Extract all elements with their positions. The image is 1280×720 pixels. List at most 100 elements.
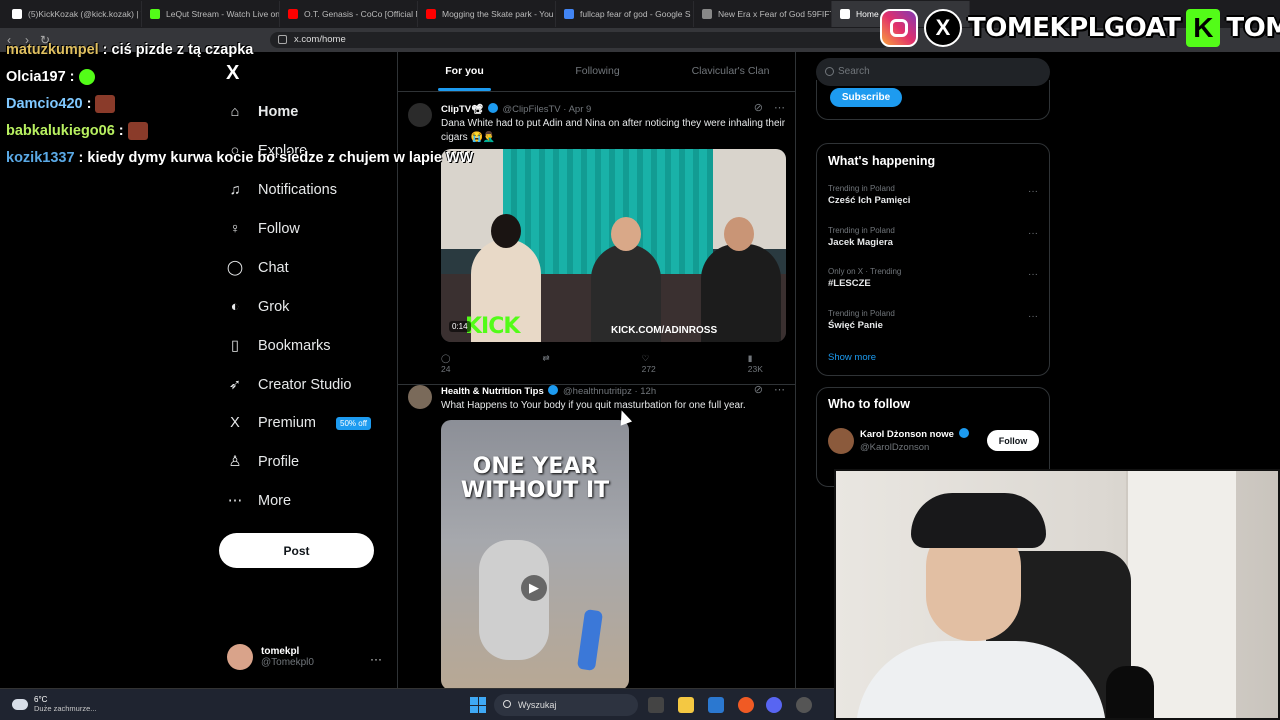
avatar[interactable] xyxy=(828,428,854,454)
more-icon[interactable]: ··· xyxy=(1028,311,1038,322)
brand-name-1: TOMEKPLGOAT xyxy=(968,13,1181,43)
trend-item[interactable]: Trending in Poland Jacek Magiera ··· xyxy=(828,226,1038,248)
tweet[interactable]: Health & Nutrition Tips @healthnutritipz… xyxy=(398,377,795,692)
file-explorer-icon[interactable] xyxy=(678,697,694,713)
tweet-video[interactable]: KICK KICK.COM/ADINROSS 0:14 xyxy=(441,149,786,342)
trend-name: Cześć Ich Pamięci xyxy=(828,195,911,206)
weather-desc: Duże zachmurze... xyxy=(34,704,97,713)
nav-item-notifications[interactable]: ♫ Notifications xyxy=(226,181,337,199)
taskbar-search-placeholder: Wyszukaj xyxy=(518,700,557,710)
whats-happening-title: What's happening xyxy=(828,154,936,168)
trend-item[interactable]: Trending in Poland Cześć Ich Pamięci ··· xyxy=(828,184,1038,206)
kick-watermark: KICK xyxy=(465,314,520,339)
browser-tab[interactable]: O.T. Genasis - CoCo [Official N xyxy=(280,1,418,27)
tweet-header: Health & Nutrition Tips @healthnutritipz… xyxy=(441,385,656,397)
task-view-icon[interactable] xyxy=(648,697,664,713)
author-name[interactable]: Health & Nutrition Tips xyxy=(441,386,544,397)
tab-following[interactable]: Following xyxy=(531,52,664,91)
suggested-user-name-text: Karol Dżonson nowe xyxy=(860,429,954,440)
browser-tab[interactable]: LeQut Stream - Watch Live on xyxy=(142,1,280,27)
nav-item-chat[interactable]: ◯ Chat xyxy=(226,259,289,277)
app-icon[interactable] xyxy=(796,697,812,713)
instagram-icon xyxy=(880,9,918,47)
video-frame-bottle xyxy=(576,609,604,671)
nav-item-creator-studio[interactable]: ➶ Creator Studio xyxy=(226,376,352,394)
account-switcher[interactable]: tomekpl @Tomekpl0 xyxy=(227,644,314,670)
rocket-icon: ➶ xyxy=(228,377,242,393)
chat-message: babkalukiego06 : xyxy=(6,117,476,144)
nav-item-label: Grok xyxy=(258,299,290,315)
nav-item-more[interactable]: ⋯ More xyxy=(226,492,291,510)
retweet-button[interactable]: ⇄ xyxy=(542,353,595,374)
nav-item-profile[interactable]: ♙ Profile xyxy=(226,453,300,471)
video-caption-line: ONE YEAR xyxy=(472,454,598,479)
trend-name: Święć Panie xyxy=(828,320,883,331)
nav-item-label: Creator Studio xyxy=(258,377,352,393)
like-button[interactable]: ♡ 272 xyxy=(642,353,702,374)
subscribe-button[interactable]: Subscribe xyxy=(830,88,902,107)
author-handle[interactable]: @healthnutritipz xyxy=(563,386,632,397)
grok-icon[interactable]: ⊘ xyxy=(754,384,763,396)
webcam-microphone xyxy=(1106,666,1154,718)
tab-label: Mogging the Skate park - You xyxy=(442,9,554,19)
nav-item-bookmarks[interactable]: ▯ Bookmarks xyxy=(226,337,331,355)
chat-message: Damcio420 : xyxy=(6,90,476,117)
views-button[interactable]: ▮ 23K xyxy=(748,353,795,374)
trend-name: #LESCZE xyxy=(828,278,871,289)
tab-favicon-icon xyxy=(564,9,574,19)
store-icon[interactable] xyxy=(708,697,724,713)
reply-button[interactable]: ◯ 24 xyxy=(441,353,496,374)
weather-widget[interactable]: 6°C Duże zachmurze... xyxy=(12,695,97,713)
chat-separator: : xyxy=(86,95,92,112)
add-user-icon: ♀ xyxy=(229,221,241,237)
more-icon[interactable]: ⋯ xyxy=(774,102,785,114)
taskbar-search-input[interactable]: Wyszukaj xyxy=(494,694,638,716)
video-frame-head xyxy=(611,217,641,251)
chat-username: Olcia197 xyxy=(6,68,66,85)
tweet-time[interactable]: · Apr 9 xyxy=(563,104,591,115)
trend-item[interactable]: Trending in Poland Święć Panie ··· xyxy=(828,309,1038,331)
tweet-time[interactable]: · 12h xyxy=(634,386,656,397)
discord-icon[interactable] xyxy=(766,697,782,713)
windows-start-icon[interactable] xyxy=(470,697,486,713)
nav-item-follow[interactable]: ♀ Follow xyxy=(226,220,300,238)
avatar[interactable] xyxy=(408,385,432,409)
tweet-video[interactable]: ONE YEAR WITHOUT IT ▶ xyxy=(441,420,629,690)
browser-tab[interactable]: Mogging the Skate park - You xyxy=(418,1,556,27)
webcam-overlay xyxy=(834,469,1280,720)
nav-item-premium[interactable]: X Premium 50% off xyxy=(226,414,371,432)
play-icon[interactable]: ▶ xyxy=(521,575,547,601)
browser-tab[interactable]: (5)KickKozak (@kick.kozak) | T xyxy=(4,1,142,27)
chat-message: kozik1337 : kiedy dymy kurwa kocie bo si… xyxy=(6,144,476,171)
suggested-user-name[interactable]: Karol Dżonson nowe xyxy=(860,428,971,440)
show-more-link[interactable]: Show more xyxy=(828,352,876,363)
brave-browser-icon[interactable] xyxy=(738,697,754,713)
suggested-user-handle[interactable]: @KarolDzonson xyxy=(860,442,929,453)
tab-label: (5)KickKozak (@kick.kozak) | T xyxy=(28,9,142,19)
chat-username: matuzkumpel xyxy=(6,41,99,58)
grok-icon[interactable]: ⊘ xyxy=(754,102,763,114)
follow-button[interactable]: Follow xyxy=(987,430,1039,451)
more-icon[interactable]: ··· xyxy=(1028,186,1038,197)
tab-community[interactable]: Clavicular's Clan xyxy=(664,52,795,91)
more-icon[interactable]: ··· xyxy=(1028,228,1038,239)
browser-tab[interactable]: New Era x Fear of God 59FIFT xyxy=(694,1,832,27)
screen: (5)KickKozak (@kick.kozak) | T LeQut Stre… xyxy=(0,0,1280,720)
video-caption-line: WITHOUT IT xyxy=(460,478,610,503)
account-more-icon[interactable]: ··· xyxy=(370,652,382,666)
nav-item-grok[interactable]: ◐ Grok xyxy=(226,298,290,316)
more-icon[interactable]: ⋯ xyxy=(774,384,785,396)
author-handle[interactable]: @ClipFilesTV xyxy=(502,104,560,115)
browser-tab[interactable]: fullcap fear of god - Google S xyxy=(556,1,694,27)
tweet-menu: ⊘ ⋯ xyxy=(754,383,785,396)
kick-logo-icon: K xyxy=(1186,9,1221,47)
trend-item[interactable]: Only on X · Trending #LESCZE ··· xyxy=(828,267,1038,289)
more-icon[interactable]: ··· xyxy=(1028,269,1038,280)
like-count: 272 xyxy=(641,364,656,374)
post-button[interactable]: Post xyxy=(219,533,374,568)
tweet-actions: ◯ 24 ⇄ ♡ 272 ▮ 23K ▯ ⇪ xyxy=(441,353,786,374)
verified-icon xyxy=(548,385,559,395)
more-circle-icon: ⋯ xyxy=(227,493,243,509)
chat-separator: : xyxy=(78,149,84,166)
tweet-text: What Happens to Your body if you quit ma… xyxy=(441,400,746,411)
